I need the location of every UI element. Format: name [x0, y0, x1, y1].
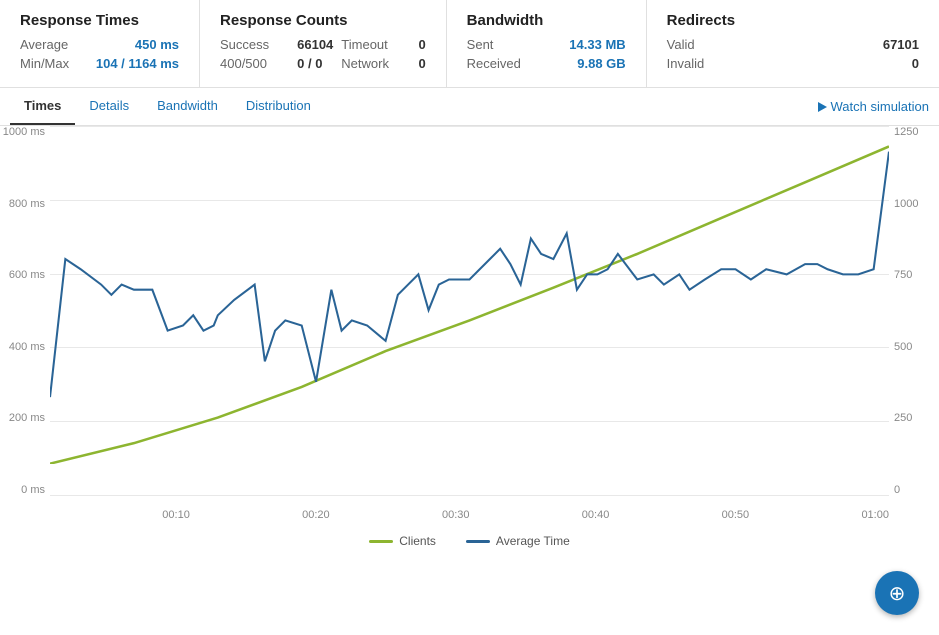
watch-simulation-label: Watch simulation: [831, 99, 930, 114]
y-left-1000: 1000 ms: [3, 126, 45, 138]
response-counts-title: Response Counts: [220, 12, 426, 29]
x-label-30: 00:30: [442, 509, 470, 521]
bandwidth-card: Bandwidth Sent 14.33 MB Received 9.88 GB: [447, 0, 647, 87]
x-label-60: 01:00: [861, 509, 889, 521]
tab-distribution[interactable]: Distribution: [232, 88, 325, 125]
chart-area: 0 ms 200 ms 400 ms 600 ms 800 ms 1000 ms…: [0, 126, 939, 526]
y-left-800: 800 ms: [9, 198, 45, 210]
timeout-label: Timeout: [341, 37, 390, 52]
bandwidth-title: Bandwidth: [467, 12, 626, 29]
y-right-250: 250: [894, 412, 912, 424]
chart-legend: Clients Average Time: [0, 526, 939, 552]
avg-time-legend-line: [466, 540, 490, 543]
top-cards: Response Times Average 450 ms Min/Max 10…: [0, 0, 939, 88]
tab-details[interactable]: Details: [75, 88, 143, 125]
y-axis-right: 0 250 500 750 1000 1250: [889, 126, 939, 496]
valid-value: 67101: [883, 37, 919, 52]
x-label-20: 00:20: [302, 509, 330, 521]
received-value: 9.88 GB: [577, 56, 625, 71]
response-counts-card: Response Counts Success 66104 Timeout 0 …: [200, 0, 447, 87]
help-icon: ⊕: [889, 581, 906, 606]
y-left-600: 600 ms: [9, 269, 45, 281]
play-icon: [818, 102, 827, 112]
clients-legend: Clients: [369, 534, 436, 548]
success-value: 66104: [297, 37, 333, 52]
received-label: Received: [467, 56, 521, 71]
y-right-500: 500: [894, 341, 912, 353]
network-value: 0: [418, 56, 425, 71]
minmax-label: Min/Max: [20, 56, 69, 71]
y-axis-left: 0 ms 200 ms 400 ms 600 ms 800 ms 1000 ms: [0, 126, 50, 496]
redirects-card: Redirects Valid 67101 Invalid 0: [647, 0, 939, 87]
x-axis: 00:10 00:20 00:30 00:40 00:50 01:00: [50, 509, 889, 521]
success-label: Success: [220, 37, 269, 52]
sent-label: Sent: [467, 37, 494, 52]
x-label-40: 00:40: [582, 509, 610, 521]
minmax-value: 104 / 1164 ms: [96, 56, 179, 71]
redirects-title: Redirects: [667, 12, 919, 29]
tab-times[interactable]: Times: [10, 88, 75, 125]
average-label: Average: [20, 37, 68, 52]
response-times-title: Response Times: [20, 12, 179, 29]
network-label: Network: [341, 56, 390, 71]
invalid-value: 0: [912, 56, 919, 71]
tab-bandwidth[interactable]: Bandwidth: [143, 88, 232, 125]
y-right-750: 750: [894, 269, 912, 281]
y-right-1000: 1000: [894, 198, 918, 210]
fab-button[interactable]: ⊕: [875, 571, 919, 615]
avg-time-legend-label: Average Time: [496, 534, 570, 548]
invalid-label: Invalid: [667, 56, 705, 71]
avg-time-line: [50, 152, 889, 398]
x-label-10: 00:10: [162, 509, 190, 521]
x-label-50: 00:50: [722, 509, 750, 521]
timeout-value: 0: [418, 37, 425, 52]
y-left-0: 0 ms: [21, 484, 45, 496]
chart-svg: [50, 126, 889, 464]
watch-simulation-button[interactable]: Watch simulation: [818, 99, 930, 114]
tabs-row: Times Details Bandwidth Distribution Wat…: [0, 88, 939, 126]
grid-line-0: [50, 495, 889, 496]
sent-value: 14.33 MB: [569, 37, 625, 52]
clients-legend-line: [369, 540, 393, 543]
rate-value: 0 / 0: [297, 56, 333, 71]
rate-label: 400/500: [220, 56, 269, 71]
y-right-0: 0: [894, 484, 900, 496]
avg-time-legend: Average Time: [466, 534, 570, 548]
clients-line: [50, 146, 889, 463]
y-left-400: 400 ms: [9, 341, 45, 353]
clients-legend-label: Clients: [399, 534, 436, 548]
y-right-1250: 1250: [894, 126, 918, 138]
response-times-card: Response Times Average 450 ms Min/Max 10…: [0, 0, 200, 87]
y-left-200: 200 ms: [9, 412, 45, 424]
average-value: 450 ms: [135, 37, 179, 52]
valid-label: Valid: [667, 37, 695, 52]
